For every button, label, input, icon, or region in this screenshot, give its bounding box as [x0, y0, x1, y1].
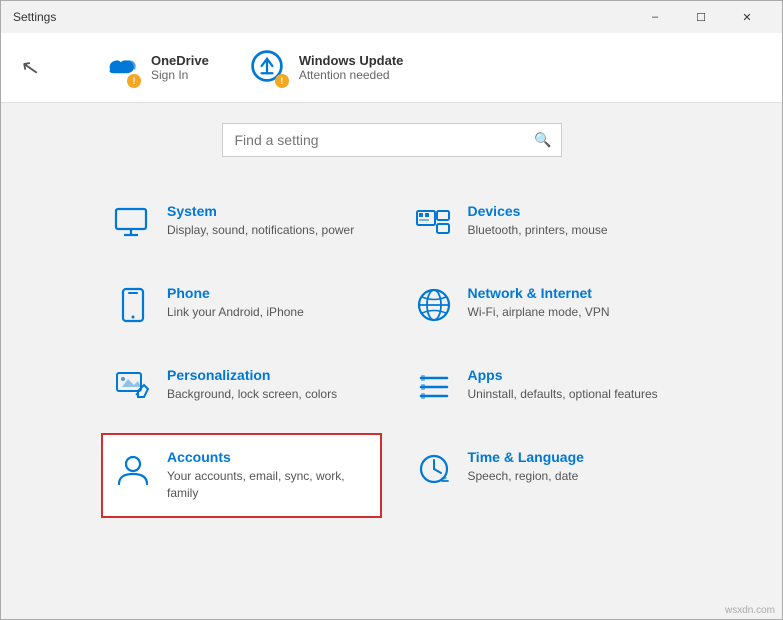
apps-icon	[414, 367, 454, 407]
apps-text: Apps Uninstall, defaults, optional featu…	[468, 367, 658, 403]
setting-item-system[interactable]: System Display, sound, notifications, po…	[101, 187, 382, 259]
close-button[interactable]: ✕	[724, 1, 770, 33]
devices-text: Devices Bluetooth, printers, mouse	[468, 203, 608, 239]
windows-update-icon-wrap: !	[249, 48, 289, 88]
system-title: System	[167, 203, 354, 219]
personalization-text: Personalization Background, lock screen,…	[167, 367, 337, 403]
accounts-title: Accounts	[167, 449, 370, 465]
apps-description: Uninstall, defaults, optional features	[468, 386, 658, 403]
maximize-button[interactable]: ☐	[678, 1, 724, 33]
network-description: Wi-Fi, airplane mode, VPN	[468, 304, 610, 321]
phone-description: Link your Android, iPhone	[167, 304, 304, 321]
devices-description: Bluetooth, printers, mouse	[468, 222, 608, 239]
time-language-title: Time & Language	[468, 449, 584, 465]
personalization-title: Personalization	[167, 367, 337, 383]
onedrive-icon-wrap: !	[101, 48, 141, 88]
accounts-description: Your accounts, email, sync, work, family	[167, 468, 370, 502]
devices-icon	[414, 203, 454, 243]
time-language-icon	[414, 449, 454, 489]
notification-bar: ↖ ! OneDrive Sign In ! Windows Up	[1, 33, 782, 103]
time-language-description: Speech, region, date	[468, 468, 584, 485]
system-text: System Display, sound, notifications, po…	[167, 203, 354, 239]
devices-title: Devices	[468, 203, 608, 219]
content-area: 🔍 System Display, sound, notifications, …	[1, 103, 782, 538]
search-input[interactable]	[222, 123, 562, 157]
windows-update-subtitle: Attention needed	[299, 68, 404, 82]
setting-item-devices[interactable]: Devices Bluetooth, printers, mouse	[402, 187, 683, 259]
accounts-icon	[113, 449, 153, 489]
accounts-text: Accounts Your accounts, email, sync, wor…	[167, 449, 370, 502]
setting-item-apps[interactable]: Apps Uninstall, defaults, optional featu…	[402, 351, 683, 423]
onedrive-title: OneDrive	[151, 53, 209, 68]
phone-title: Phone	[167, 285, 304, 301]
titlebar-title: Settings	[13, 10, 632, 24]
search-icon: 🔍	[534, 132, 551, 149]
titlebar-controls: – ☐ ✕	[632, 1, 770, 33]
onedrive-subtitle: Sign In	[151, 68, 209, 82]
search-bar: 🔍	[1, 123, 782, 157]
personalization-icon	[113, 367, 153, 407]
network-icon	[414, 285, 454, 325]
setting-item-network[interactable]: Network & Internet Wi-Fi, airplane mode,…	[402, 269, 683, 341]
windows-update-notification[interactable]: ! Windows Update Attention needed	[249, 48, 404, 88]
cursor-icon: ↖	[19, 53, 42, 82]
onedrive-text: OneDrive Sign In	[151, 53, 209, 82]
setting-item-time-language[interactable]: Time & Language Speech, region, date	[402, 433, 683, 518]
setting-item-accounts[interactable]: Accounts Your accounts, email, sync, wor…	[101, 433, 382, 518]
windows-update-text: Windows Update Attention needed	[299, 53, 404, 82]
watermark: wsxdn.com	[725, 605, 775, 616]
network-title: Network & Internet	[468, 285, 610, 301]
network-text: Network & Internet Wi-Fi, airplane mode,…	[468, 285, 610, 321]
phone-icon	[113, 285, 153, 325]
system-icon	[113, 203, 153, 243]
titlebar: Settings – ☐ ✕	[1, 1, 782, 33]
minimize-button[interactable]: –	[632, 1, 678, 33]
onedrive-notification[interactable]: ! OneDrive Sign In	[101, 48, 209, 88]
setting-item-personalization[interactable]: Personalization Background, lock screen,…	[101, 351, 382, 423]
time-language-text: Time & Language Speech, region, date	[468, 449, 584, 485]
cursor-area: ↖	[21, 55, 61, 81]
setting-item-phone[interactable]: Phone Link your Android, iPhone	[101, 269, 382, 341]
phone-text: Phone Link your Android, iPhone	[167, 285, 304, 321]
search-input-wrap: 🔍	[222, 123, 562, 157]
onedrive-warning: !	[127, 74, 141, 88]
windows-update-title: Windows Update	[299, 53, 404, 68]
settings-grid: System Display, sound, notifications, po…	[1, 187, 782, 518]
personalization-description: Background, lock screen, colors	[167, 386, 337, 403]
system-description: Display, sound, notifications, power	[167, 222, 354, 239]
windows-update-warning: !	[275, 74, 289, 88]
apps-title: Apps	[468, 367, 658, 383]
